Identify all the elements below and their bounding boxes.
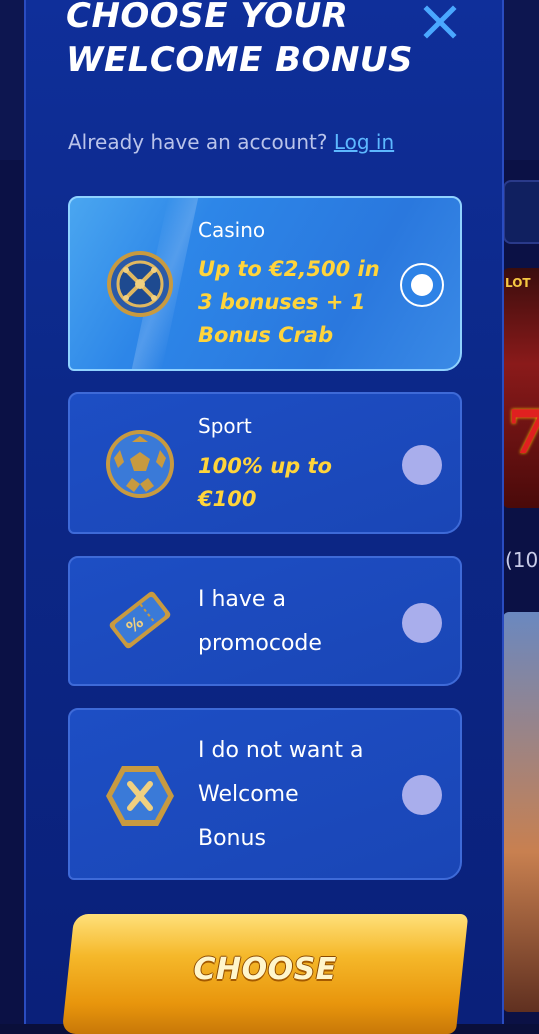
- option-text-line: promocode: [198, 631, 322, 656]
- modal-title-line-1: CHOOSE YOUR: [66, 0, 349, 36]
- option-radio[interactable]: [402, 603, 442, 643]
- option-radio-selected[interactable]: [402, 265, 442, 305]
- choose-button-label: CHOOSE: [193, 952, 338, 987]
- option-text-line: Bonus: [198, 826, 266, 851]
- bonus-option-no-bonus[interactable]: I do not want a Welcome Bonus: [68, 708, 462, 880]
- bonus-line: €100: [198, 487, 257, 511]
- football-icon: [106, 430, 174, 498]
- roulette-icon: [107, 251, 173, 317]
- close-icon: [423, 5, 457, 39]
- option-label: Casino: [198, 218, 266, 242]
- option-text-line: I do not want a: [198, 738, 364, 763]
- login-link[interactable]: Log in: [334, 130, 394, 154]
- close-button[interactable]: [418, 0, 462, 44]
- login-prompt-line: Already have an account? Log in: [68, 130, 394, 154]
- option-text-line: Welcome: [198, 782, 299, 807]
- game-tile-text: LOT: [505, 276, 531, 290]
- bonus-line: 3 bonuses + 1: [198, 290, 366, 314]
- background-image-tile: [503, 612, 539, 1012]
- bonus-line: 100% up to: [198, 454, 332, 478]
- ticket-icon: %: [109, 591, 171, 649]
- background-button: [503, 180, 539, 244]
- modal-title-line-2: WELCOME BONUS: [66, 40, 414, 80]
- bonus-line: Up to €2,500 in: [198, 257, 380, 281]
- choose-button[interactable]: CHOOSE: [61, 914, 469, 1034]
- cancel-hexagon-icon: [106, 766, 174, 826]
- option-radio[interactable]: [402, 445, 442, 485]
- modal-title: CHOOSE YOUR WELCOME BONUS: [66, 0, 426, 82]
- bonus-option-casino[interactable]: Casino Up to €2,500 in 3 bonuses + 1 Bon…: [68, 196, 462, 371]
- option-bonus-text: Up to €2,500 in 3 bonuses + 1 Bonus Crab: [198, 253, 398, 352]
- game-tile-symbol: 7: [507, 398, 539, 468]
- option-radio[interactable]: [402, 775, 442, 815]
- bonus-line: Bonus Crab: [198, 323, 334, 347]
- background-count: (10): [505, 548, 539, 572]
- bonus-option-sport[interactable]: Sport 100% up to €100: [68, 392, 462, 534]
- option-text-line: I have a: [198, 587, 286, 612]
- option-bonus-text: 100% up to €100: [198, 450, 398, 516]
- option-label: Sport: [198, 414, 252, 438]
- option-text: I do not want a Welcome Bonus: [198, 729, 398, 861]
- bonus-option-promocode[interactable]: % I have a promocode: [68, 556, 462, 686]
- option-text: I have a promocode: [198, 578, 398, 666]
- welcome-bonus-modal: CHOOSE YOUR WELCOME BONUS Already have a…: [24, 0, 504, 1034]
- login-prompt-text: Already have an account?: [68, 130, 328, 154]
- background-game-tile: LOT 7: [503, 268, 539, 508]
